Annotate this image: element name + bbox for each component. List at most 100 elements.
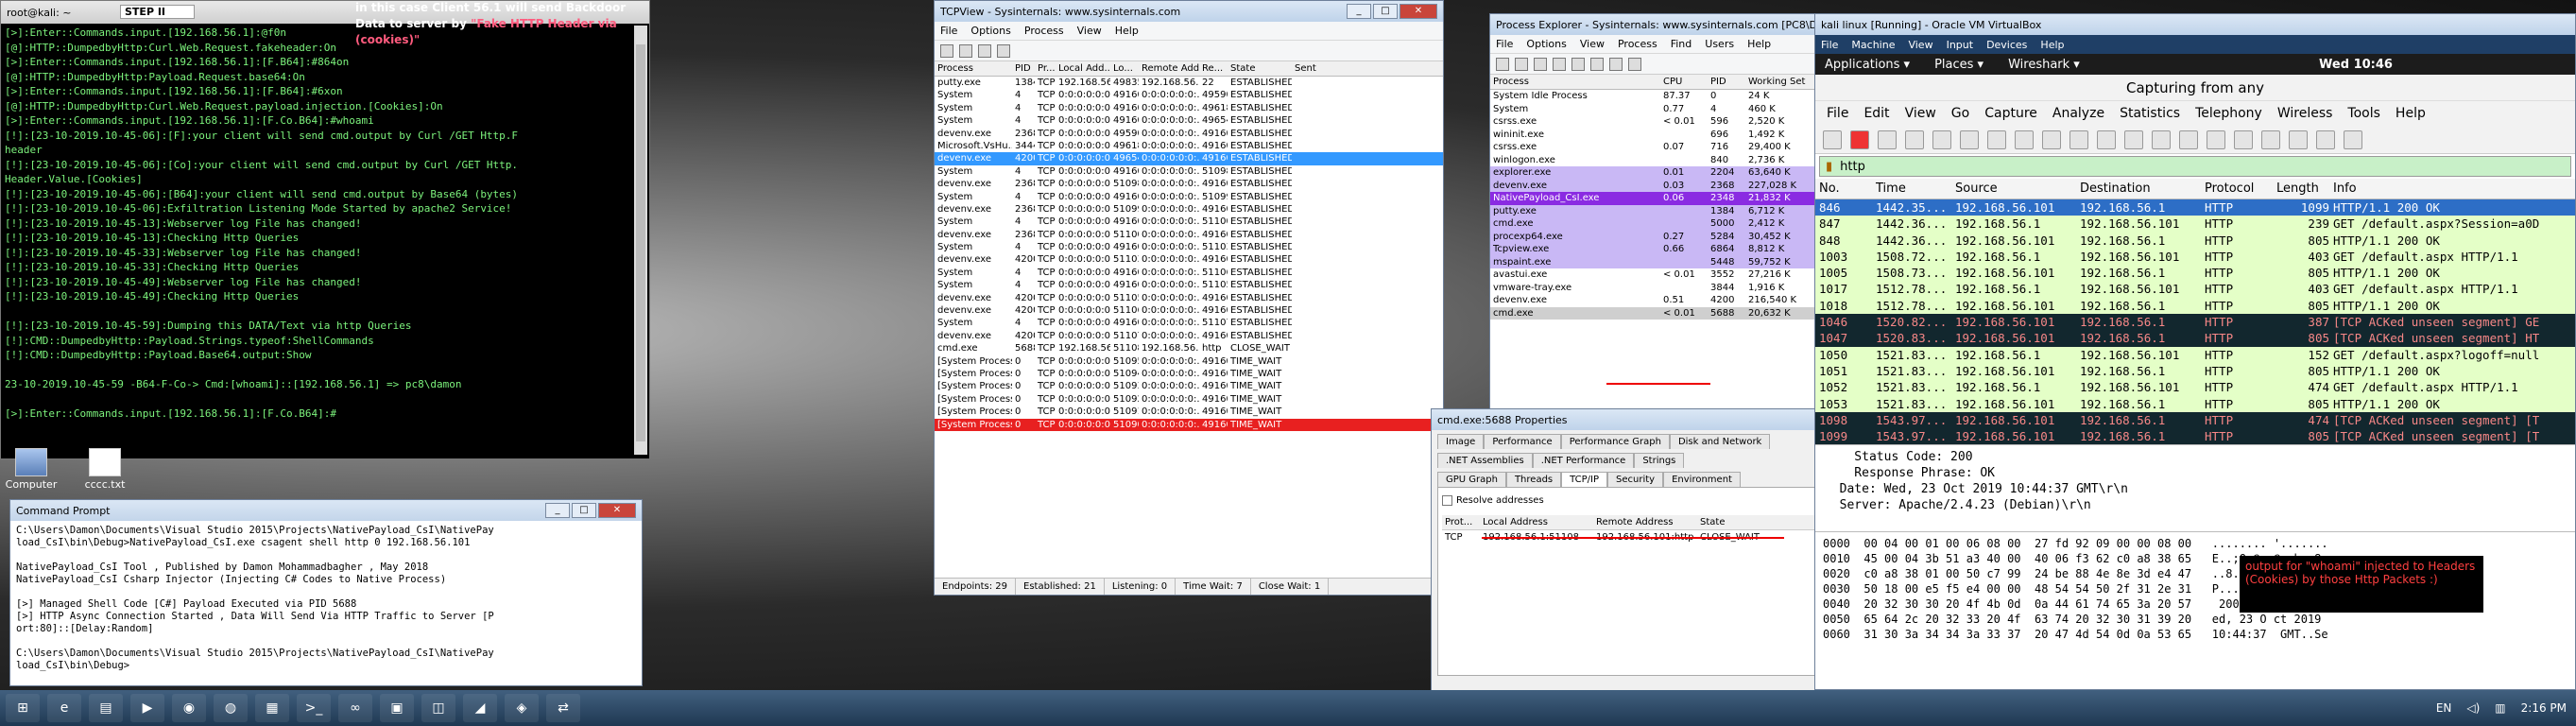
table-row[interactable]: devenv.exe2368TCP0:0:0:0:0:0:...510980:0… [935, 178, 1443, 190]
taskbar-clock[interactable]: 2:16 PM [2521, 701, 2567, 715]
process-row[interactable]: System Idle Process 87.37 0 24 K [1490, 90, 1834, 103]
go-forward-icon[interactable] [2097, 130, 2116, 149]
desktop-icon-computer[interactable]: Computer [4, 448, 59, 491]
column-header[interactable]: Time [1872, 179, 1951, 199]
packet-row[interactable]: 1053 1521.83... 192.168.56.101 192.168.56.1… [1815, 395, 2575, 412]
process-row[interactable]: cmd.exe < 0.01 5688 20,632 K [1490, 306, 1834, 320]
menu-item-process[interactable]: Process [1024, 25, 1064, 37]
menu-item-telephony[interactable]: Telephony [2195, 106, 2262, 121]
table-row[interactable]: System4TCP0:0:0:0:0:0:...491600:0:0:0:0:… [935, 317, 1443, 329]
menu-item-view[interactable]: View [1077, 25, 1102, 37]
table-row[interactable]: [System Process]0TCP0:0:0:0:0:0:...51093… [935, 380, 1443, 392]
packet-row[interactable]: 1099 1543.97... 192.168.56.101 192.168.56.1… [1815, 428, 2575, 445]
tab-performancegraph[interactable]: Performance Graph [1560, 434, 1670, 449]
places-menu[interactable]: Places ▾ [1934, 58, 1984, 72]
packet-list-headers[interactable]: No. Time Source Destination Protocol Length In… [1815, 179, 2575, 199]
wireshark-icon[interactable]: ◢ [463, 694, 497, 722]
packet-row[interactable]: 846 1442.35... 192.168.56.101 192.168.56.1 H… [1815, 199, 2575, 216]
column-header[interactable]: State [1228, 61, 1292, 76]
tab-image[interactable]: Image [1437, 434, 1485, 449]
close-file-icon[interactable] [1987, 130, 2006, 149]
process-row[interactable]: csrss.exe 0.07 716 29,400 K [1490, 141, 1834, 154]
column-header[interactable]: Re... [1199, 61, 1228, 76]
resolve-addresses-checkbox[interactable]: Resolve addresses [1442, 495, 1816, 506]
tcpip-column-headers[interactable]: Prot... Local Address Remote Address State [1442, 515, 1816, 530]
first-packet-icon[interactable] [2152, 130, 2171, 149]
table-row[interactable]: System4TCP0:0:0:0:0:0:...491600:0:0:0:0:… [935, 267, 1443, 279]
table-row[interactable]: putty.exe 1384TCP192.168.56.149835192.168… [935, 77, 1443, 89]
tab-gpugraph[interactable]: GPU Graph [1437, 472, 1506, 487]
process-row[interactable]: winlogon.exe 840 2,736 K [1490, 154, 1834, 167]
packet-row[interactable]: 1046 1520.82... 192.168.56.101 192.168.56.1… [1815, 314, 2575, 331]
filter-bookmark-icon[interactable]: ▮ [1826, 160, 1832, 174]
table-row[interactable]: devenv.exe2368TCP0:0:0:0:0:0:...495900:0… [935, 128, 1443, 140]
applications-menu[interactable]: Applications ▾ [1825, 58, 1910, 72]
menu-item-capture[interactable]: Capture [1984, 106, 2037, 121]
column-header[interactable]: Prot... [1442, 515, 1480, 529]
find-icon[interactable] [1609, 57, 1623, 71]
menu-item-devices[interactable]: Devices [1986, 39, 2027, 51]
procexp-icon[interactable]: ◈ [505, 694, 539, 722]
find-packet-icon[interactable] [2042, 130, 2061, 149]
minimize-button[interactable]: _ [1347, 4, 1371, 19]
table-row[interactable]: Microsoft.VsHu...3444TCP0:0:0:0:0:0:...4… [935, 140, 1443, 152]
menu-item-input[interactable]: Input [1947, 39, 1973, 51]
menu-item-analyze[interactable]: Analyze [2052, 106, 2104, 121]
menu-item-file[interactable]: File [1496, 38, 1513, 50]
menu-item-statistics[interactable]: Statistics [2120, 106, 2180, 121]
menu-item-file[interactable]: File [1827, 106, 1848, 121]
normal-size-icon[interactable] [2316, 130, 2335, 149]
column-header[interactable]: Remote Add... [1139, 61, 1199, 76]
go-to-packet-icon[interactable] [2124, 130, 2143, 149]
column-header[interactable]: PID [1708, 75, 1745, 89]
gnome-clock[interactable]: Wed 10:46 [2137, 58, 2575, 72]
explorer-icon[interactable]: ▤ [89, 694, 123, 722]
menu-item-help[interactable]: Help [1115, 25, 1139, 37]
table-row[interactable]: System4TCP0:0:0:0:0:0:...491600:0:0:0:0:… [935, 102, 1443, 114]
process-row[interactable]: putty.exe 1384 6,712 K [1490, 204, 1834, 217]
table-row[interactable]: System4TCP0:0:0:0:0:0:...491600:0:0:0:0:… [935, 241, 1443, 253]
process-row[interactable]: NativePayload_CsI.exe 0.06 2348 21,832 K [1490, 192, 1834, 205]
column-header[interactable]: Info [2329, 179, 2566, 199]
maximize-button[interactable]: □ [572, 503, 596, 518]
process-row[interactable]: cmd.exe 5000 2,412 K [1490, 217, 1834, 231]
start-capture-icon[interactable] [1823, 130, 1842, 149]
stop-capture-icon[interactable] [1850, 130, 1869, 149]
save-icon[interactable] [940, 43, 953, 58]
process-row[interactable]: procexp64.exe 0.27 5284 30,452 K [1490, 230, 1834, 243]
packet-row[interactable]: 1050 1521.83... 192.168.56.1 192.168.56.101… [1815, 346, 2575, 363]
process-row[interactable]: System 0.77 4 460 K [1490, 103, 1834, 116]
properties-icon[interactable] [1571, 57, 1585, 71]
column-header[interactable]: Remote Address [1593, 515, 1697, 529]
cmd-titlebar[interactable]: Command Prompt _ □ ✕ [10, 500, 642, 521]
column-header[interactable]: Length [2273, 179, 2329, 199]
menu-item-view[interactable]: View [1580, 38, 1605, 50]
column-header[interactable]: CPU [1660, 75, 1708, 89]
table-row[interactable]: [System Process]0TCP0:0:0:0:0:0:...51091… [935, 406, 1443, 418]
target-icon[interactable] [1628, 57, 1641, 71]
tcpview-window[interactable]: TCPView - Sysinternals: www.sysinternals… [934, 0, 1444, 596]
language-indicator[interactable]: EN [2436, 701, 2452, 715]
close-button[interactable]: ✕ [1400, 4, 1437, 19]
menu-item-options[interactable]: Options [1526, 38, 1566, 50]
process-row[interactable]: devenv.exe 0.51 4200 216,540 K [1490, 294, 1834, 307]
command-prompt-window[interactable]: Command Prompt _ □ ✕ C:\Users\Damon\Docume… [9, 499, 643, 686]
tab-netassemblies[interactable]: .NET Assemblies [1437, 453, 1533, 468]
close-button[interactable]: ✕ [598, 503, 636, 518]
maximize-button[interactable]: □ [1373, 4, 1398, 19]
table-row[interactable]: cmd.exe 5688TCP192.168.56.151108192.168.5… [935, 342, 1443, 354]
ie-icon[interactable]: e [47, 694, 81, 722]
display-filter-input[interactable]: http [1840, 160, 1865, 174]
save-file-icon[interactable] [1960, 130, 1979, 149]
table-row[interactable]: System4TCP0:0:0:0:0:0:...491600:0:0:0:0:… [935, 279, 1443, 291]
table-row[interactable]: [System Process]0TCP0:0:0:0:0:0:...51095… [935, 355, 1443, 368]
reload-icon[interactable] [2015, 130, 2034, 149]
cmd-properties-window[interactable]: cmd.exe:5688 Properties Image Performance… [1431, 408, 1828, 692]
menu-item-help[interactable]: Help [2040, 39, 2064, 51]
table-row[interactable]: [System Process]0TCP0:0:0:0:0:0:...51092… [935, 393, 1443, 406]
menu-item-users[interactable]: Users [1705, 38, 1734, 50]
desktop-icon-text-file[interactable]: cccc.txt [77, 448, 132, 491]
process-row[interactable]: wininit.exe 696 1,492 K [1490, 129, 1834, 142]
column-header[interactable]: Local Add... [1056, 61, 1110, 76]
display-filter-bar[interactable]: ▮ http [1819, 156, 2571, 177]
